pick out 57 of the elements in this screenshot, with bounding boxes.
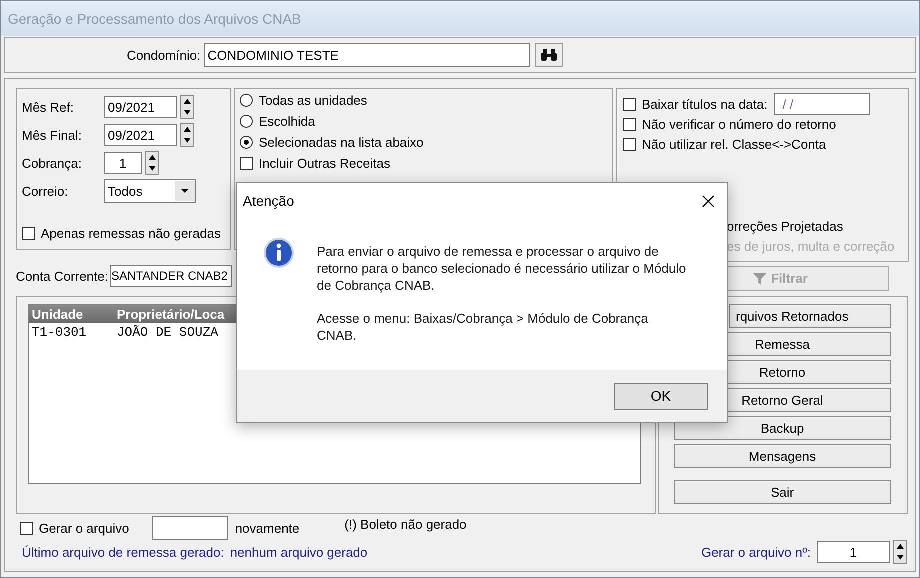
suffix-label: novamente (235, 520, 300, 536)
field-label: Cobrança: (22, 156, 83, 170)
checkbox[interactable] (20, 522, 33, 534)
hint-text: es de juros, multa e correção (727, 238, 895, 254)
spinner-buttons[interactable] (180, 123, 194, 147)
legend-text: (!) Boleto não gerado (344, 516, 467, 532)
radio-button[interactable] (240, 136, 253, 149)
account-label: Conta Corrente: (16, 268, 108, 284)
spin-field[interactable]: 09/2021 (104, 124, 177, 146)
funnel-icon (753, 272, 768, 286)
checkbox-label: orreções Projetadas (727, 218, 844, 234)
last-file-value: nenhum arquivo gerado (230, 544, 368, 560)
binoculars-icon[interactable] (534, 43, 563, 67)
spinner-buttons[interactable] (893, 540, 907, 564)
field-label: Mês Final: (22, 128, 83, 142)
date-field[interactable]: / / (774, 93, 870, 115)
checkbox-label: Não verificar o número do retorno (642, 116, 836, 132)
ok-button[interactable]: OK (614, 382, 708, 410)
dropdown[interactable]: Todos (104, 179, 196, 203)
exit-button[interactable]: Sair (674, 480, 891, 504)
field-label: Correio: (22, 184, 70, 198)
close-icon[interactable] (702, 194, 715, 208)
spinner-buttons[interactable] (145, 151, 159, 175)
radio-label: Escolhida (259, 114, 316, 129)
table-cell-text: T1-0301 (31, 324, 88, 340)
radio-button[interactable] (240, 115, 253, 128)
spinner-buttons[interactable] (180, 95, 194, 119)
action-button[interactable]: rquivos Retornados (729, 304, 891, 328)
checkbox[interactable] (623, 118, 636, 130)
checkbox[interactable] (22, 226, 35, 240)
account-field[interactable]: SANTANDER CNAB2 (110, 265, 232, 287)
spin-field[interactable]: 09/2021 (104, 96, 177, 118)
table-cell-text: JOÃO DE SOUZA (116, 324, 220, 340)
checkbox[interactable] (240, 156, 253, 170)
radio-button[interactable] (240, 94, 253, 107)
radio-label: Selecionadas na lista abaixo (259, 135, 424, 150)
condominium-field[interactable]: CONDOMINIO TESTE (204, 43, 530, 67)
field-label: Mês Ref: (22, 100, 76, 114)
info-icon (263, 237, 295, 269)
checkbox[interactable] (623, 138, 636, 150)
last-file-label: Último arquivo de remessa gerado: (22, 544, 224, 560)
checkbox-label: Apenas remessas não geradas (41, 226, 221, 240)
dialog-title: Atenção (243, 193, 294, 209)
checkbox-label: Baixar títulos na data: (642, 96, 768, 112)
action-button[interactable]: Mensagens (674, 444, 891, 468)
condominium-label: Condomínio: (127, 48, 201, 62)
spin-field[interactable]: 1 (104, 152, 142, 174)
file-number-field[interactable]: 1 (817, 541, 890, 563)
checkbox[interactable] (623, 98, 636, 110)
checkbox-label: Não utilizar rel. Classe<->Conta (642, 136, 826, 152)
action-button[interactable]: Backup (674, 416, 891, 440)
file-field[interactable] (152, 516, 228, 540)
radio-label: Todas as unidades (259, 93, 368, 108)
window-title: Geração e Processamento dos Arquivos CNAB (8, 10, 302, 26)
file-number-label: Gerar o arquivo nº: (701, 544, 811, 560)
checkbox-label: Gerar o arquivo (39, 520, 130, 536)
checkbox-label: Incluir Outras Receitas (259, 156, 390, 170)
